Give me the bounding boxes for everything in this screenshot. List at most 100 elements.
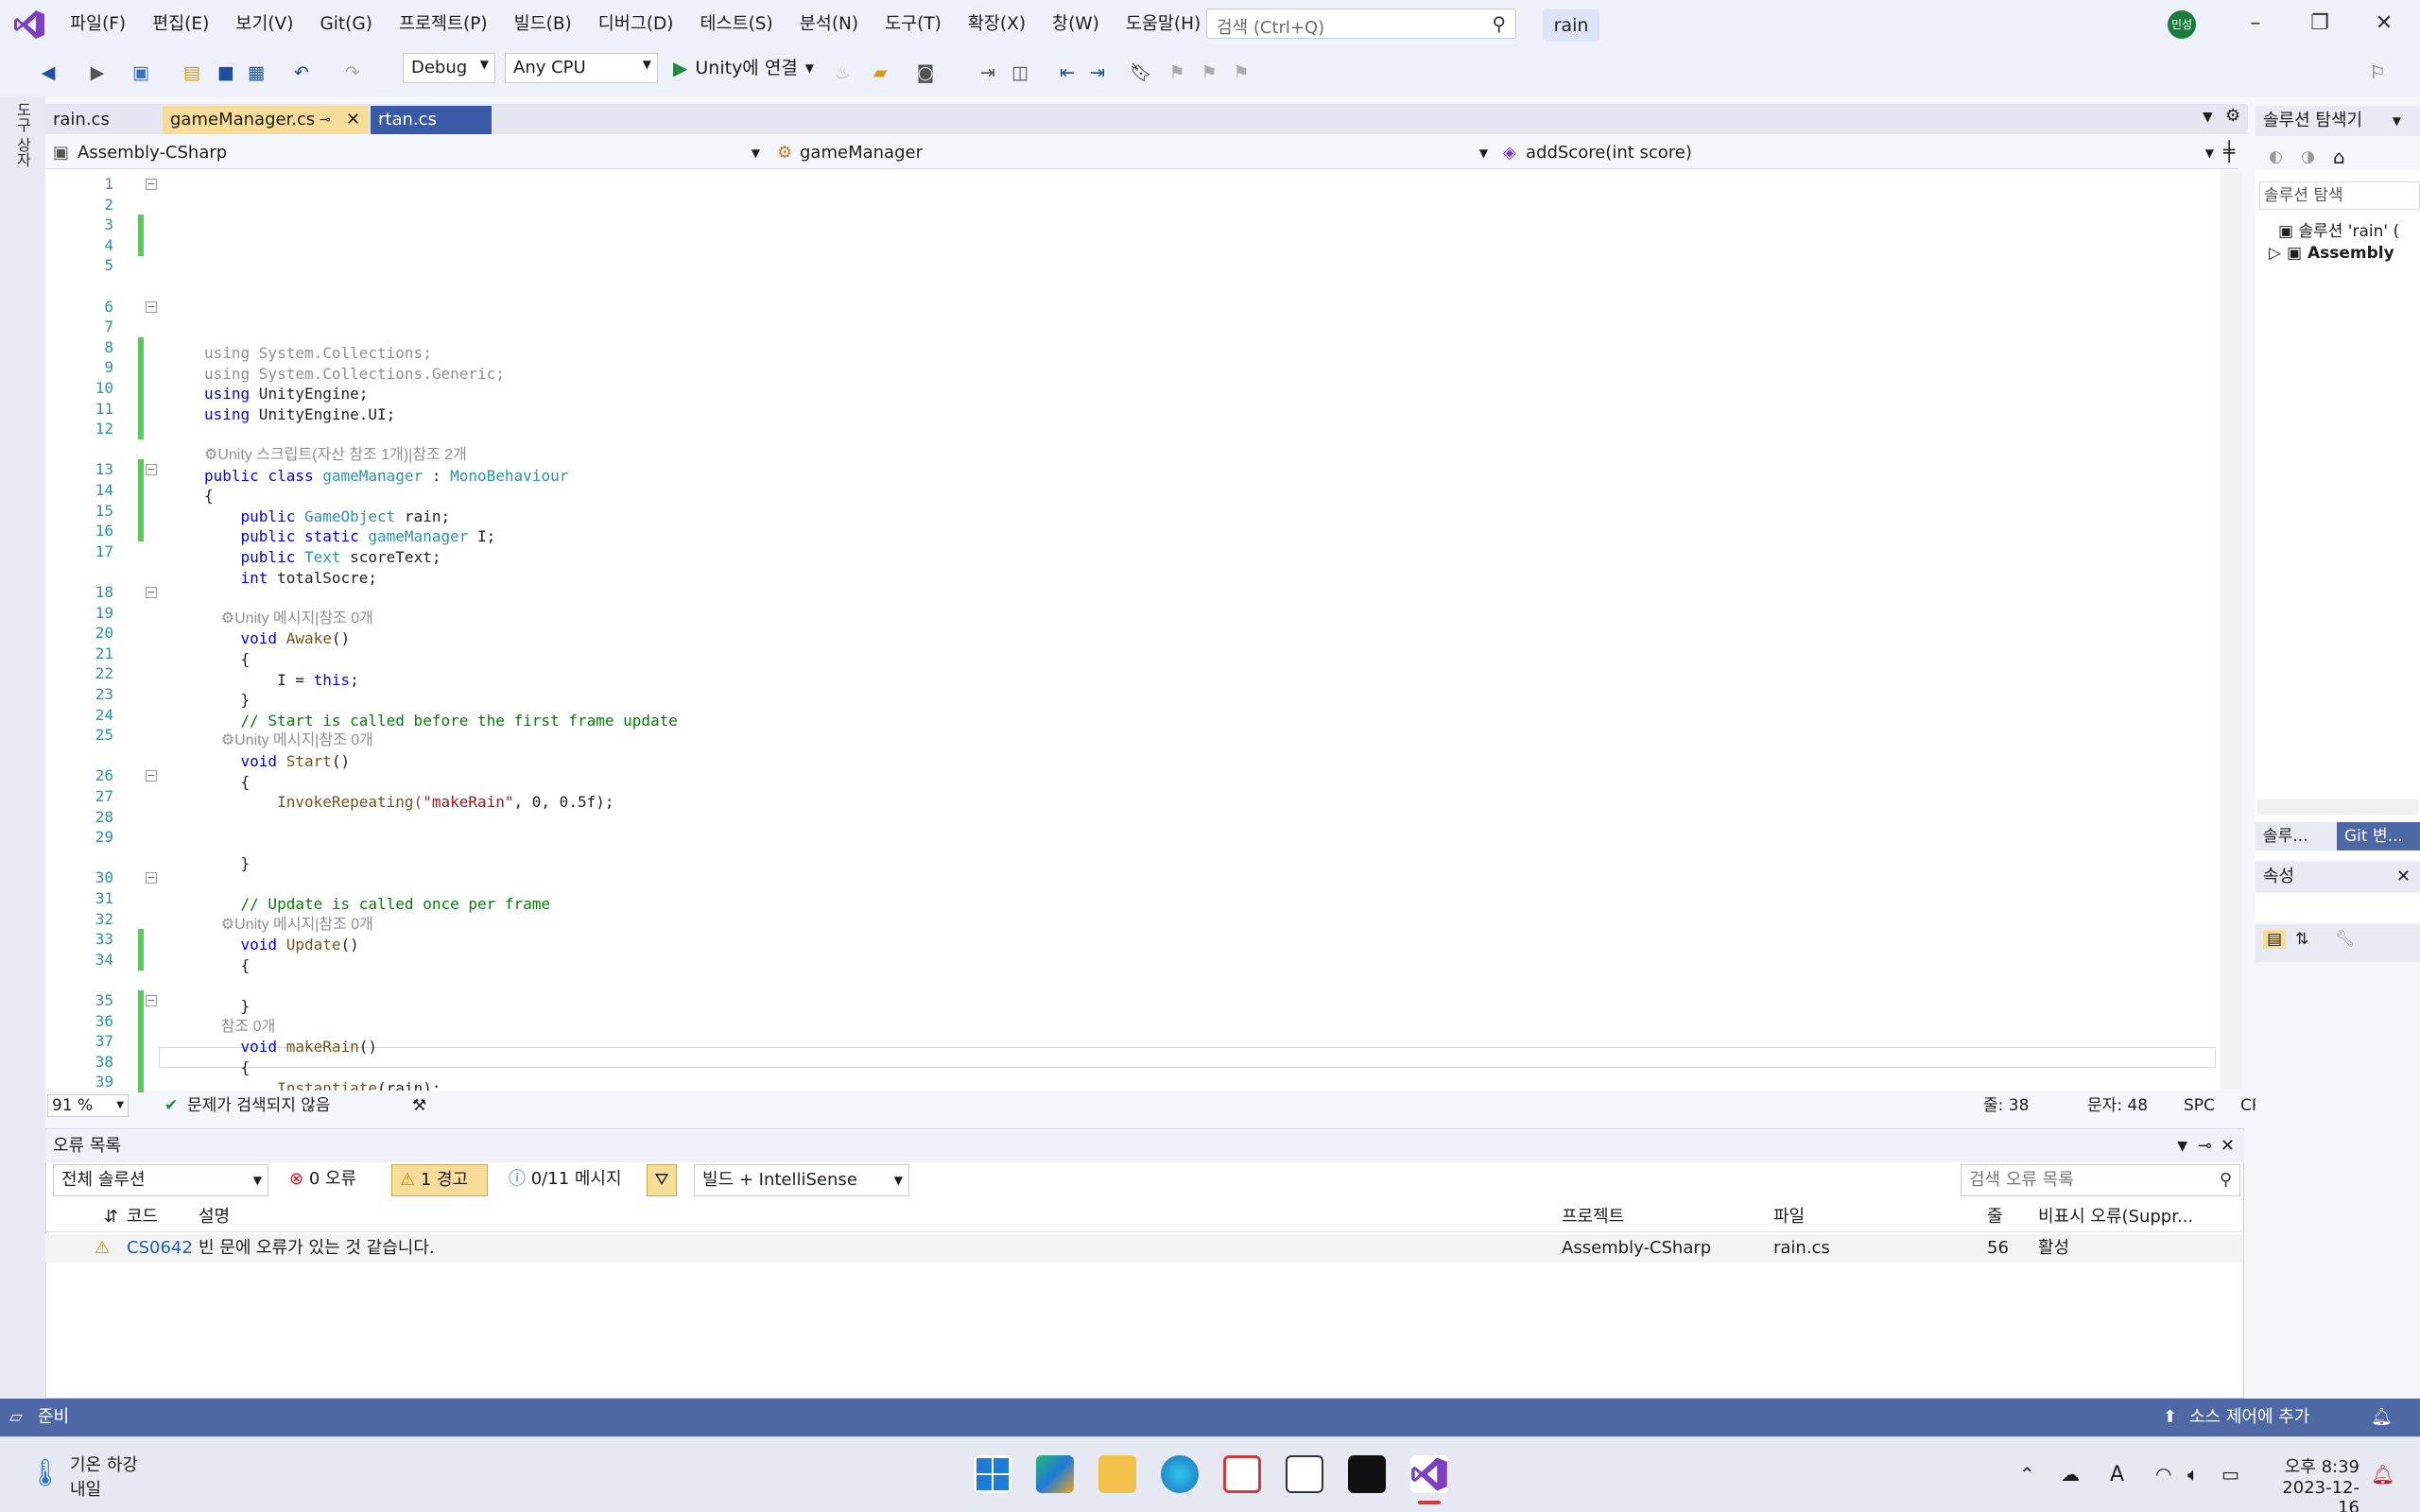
outdent-icon[interactable]: ⇥ — [1085, 60, 1110, 85]
fold-toggle-icon[interactable]: − — [146, 770, 157, 782]
avatar[interactable]: 민성 — [2168, 10, 2196, 39]
feedback-icon[interactable]: ⚐ — [2365, 60, 2390, 85]
code-line[interactable]: { — [204, 649, 251, 670]
menu-item[interactable]: 보기(V) — [222, 0, 306, 49]
codelens-hint[interactable]: ⚙Unity 메시지|참조 0개 — [204, 609, 373, 629]
filter-icon[interactable]: ⛛ — [647, 1164, 677, 1196]
chevron-down-icon[interactable]: ▼ — [2177, 1130, 2187, 1162]
pin-icon[interactable]: ⊸ — [320, 106, 331, 134]
code-line[interactable]: // Update is called once per frame — [204, 894, 551, 915]
file-explorer-icon[interactable] — [1098, 1455, 1136, 1493]
tab-overflow-icon[interactable]: ▼ — [2203, 110, 2213, 125]
error-search-input[interactable]: 검색 오류 목록 ⚲ — [1961, 1164, 2240, 1196]
code-line[interactable]: } — [204, 690, 251, 711]
redo-icon[interactable]: ↷ — [340, 60, 365, 85]
edge-icon[interactable] — [1161, 1455, 1199, 1493]
errors-filter-button[interactable]: ⊗ 0 오류 — [282, 1164, 376, 1196]
notification-icon[interactable]: 🔔︎ — [2371, 1463, 2394, 1486]
search-input[interactable]: 검색 (Ctrl+Q) ⚲ — [1206, 9, 1516, 39]
class-dropdown[interactable]: ⚙ gameManager ▼ — [771, 138, 1492, 168]
member-dropdown[interactable]: ◈ addScore(int score) ▼ — [1497, 138, 2218, 168]
code-line[interactable]: { — [204, 955, 251, 976]
notification-bell-icon[interactable]: 🔔︎ — [2371, 1399, 2393, 1436]
weather-line1[interactable]: 기온 하강 — [70, 1452, 138, 1476]
scope-select[interactable]: 전체 솔루션 ▼ — [53, 1164, 268, 1196]
source-select[interactable]: 빌드 + IntelliSense ▼ — [694, 1164, 909, 1196]
tab-rain-cs[interactable]: rain.cs — [45, 106, 163, 134]
code-line[interactable]: InvokeRepeating("makeRain", 0, 0.5f); — [204, 792, 614, 813]
folder-icon[interactable]: ▰ — [868, 60, 892, 85]
undo-icon[interactable]: ↶ — [289, 60, 314, 85]
save-icon[interactable]: ■ — [214, 60, 238, 85]
close-icon[interactable]: ✕ — [2221, 1130, 2235, 1162]
code-line[interactable]: public GameObject rain; — [204, 507, 451, 527]
code-line[interactable]: } — [204, 853, 251, 874]
menu-item[interactable]: 디버그(D) — [585, 0, 687, 49]
fold-toggle-icon[interactable]: − — [146, 872, 157, 884]
start-icon[interactable] — [974, 1455, 1011, 1493]
chevron-down-icon[interactable]: ▼ — [2393, 106, 2401, 136]
menu-item[interactable]: 도구(T) — [872, 0, 955, 49]
tab-gamemanager-cs[interactable]: gameManager.cs ⊸ ✕ — [163, 106, 369, 134]
save-all-icon[interactable]: ▦ — [244, 60, 268, 85]
menu-item[interactable]: 프로젝트(P) — [386, 0, 501, 49]
clock-time[interactable]: 오후 8:39 — [2269, 1453, 2360, 1478]
col-description[interactable]: 설명 — [199, 1202, 230, 1232]
back-icon[interactable]: ◐ — [2269, 147, 2283, 166]
code-line[interactable]: { — [204, 772, 251, 793]
add-source-control-button[interactable]: 소스 제어에 추가 — [2189, 1399, 2309, 1436]
network-cloud-icon[interactable]: ☁ — [2061, 1463, 2080, 1486]
code-line[interactable]: using UnityEngine; — [204, 384, 368, 404]
wrench-icon[interactable]: 🔧︎ — [2335, 930, 2356, 949]
back-icon[interactable]: ◀ — [36, 60, 60, 85]
col-project[interactable]: 프로젝트 — [1562, 1202, 1624, 1232]
codelens-hint[interactable]: 참조 0개 — [204, 1017, 276, 1038]
battery-icon[interactable]: ▭ — [2221, 1463, 2239, 1486]
toolbox-tab[interactable]: 도구 상자 — [9, 102, 36, 181]
solution-horizontal-scrollbar[interactable] — [2257, 799, 2418, 815]
code-line[interactable]: void Awake() — [204, 628, 351, 649]
unity-editor-icon[interactable] — [1348, 1455, 1386, 1493]
weather-line2[interactable]: 내일 — [70, 1476, 101, 1501]
code-line[interactable]: { — [204, 1057, 251, 1078]
platform-select[interactable]: Any CPU ▼ — [505, 53, 658, 83]
code-line[interactable]: using System.Collections; — [204, 343, 432, 364]
code-area[interactable]: using System.Collections; using System.Co… — [45, 169, 2210, 1091]
code-line[interactable]: { — [204, 486, 214, 507]
code-line[interactable]: using System.Collections.Generic; — [204, 364, 505, 385]
code-line[interactable]: } — [204, 996, 251, 1017]
code-line[interactable]: // Start is called before the first fram… — [204, 711, 678, 731]
code-line[interactable]: void Update() — [204, 935, 359, 955]
menu-item[interactable]: 편집(E) — [139, 0, 222, 49]
sort-icon[interactable]: ⇵ — [104, 1202, 118, 1232]
pin-icon[interactable]: ⊸ — [2198, 1130, 2212, 1162]
tree-item-assembly[interactable]: ▷ ▣ Assembly — [2269, 244, 2394, 263]
editor-vertical-scrollbar[interactable] — [2223, 172, 2242, 1089]
code-line[interactable]: public Text scoreText; — [204, 547, 441, 568]
indent-mode[interactable]: SPC — [2184, 1092, 2215, 1119]
bookmark-clear-icon[interactable]: ⚑ — [1229, 60, 1253, 85]
solution-search-input[interactable]: 솔루션 탐색 — [2259, 181, 2420, 210]
fold-toggle-icon[interactable]: − — [146, 301, 157, 313]
codelens-hint[interactable]: ⚙Unity 메시지|참조 0개 — [204, 730, 373, 751]
col-code[interactable]: 코드 — [127, 1202, 158, 1232]
menu-item[interactable]: 분석(N) — [786, 0, 872, 49]
home-icon[interactable]: ⌂ — [2333, 146, 2345, 168]
issues-status[interactable]: 문제가 검색되지 않음 — [187, 1092, 331, 1119]
ime-icon[interactable]: A — [2110, 1463, 2124, 1486]
forward-icon[interactable]: ◑ — [2301, 147, 2315, 166]
attach-unity-button[interactable]: ▶ Unity에 연결 ▼ — [673, 53, 814, 83]
visual-studio-taskbar-icon[interactable] — [1410, 1455, 1448, 1493]
new-project-icon[interactable]: ▣ — [129, 60, 153, 85]
brush-icon[interactable]: ⚒ — [412, 1092, 426, 1119]
menu-item[interactable]: Git(G) — [306, 0, 386, 49]
bookmark-prev-icon[interactable]: ⚑ — [1165, 60, 1189, 85]
tree-item-solution[interactable]: ▣ 솔루션 'rain' ( — [2278, 217, 2399, 241]
close-icon[interactable]: ✕ — [2396, 862, 2411, 892]
menu-item[interactable]: 테스트(S) — [687, 0, 786, 49]
code-line[interactable]: using UnityEngine.UI; — [204, 404, 395, 425]
forward-icon[interactable]: ▶ — [85, 60, 110, 85]
split-editor-icon[interactable]: ╪ — [2223, 140, 2235, 163]
config-select[interactable]: Debug ▼ — [403, 53, 495, 83]
tab-solution-explorer[interactable]: 솔루... — [2263, 822, 2308, 850]
